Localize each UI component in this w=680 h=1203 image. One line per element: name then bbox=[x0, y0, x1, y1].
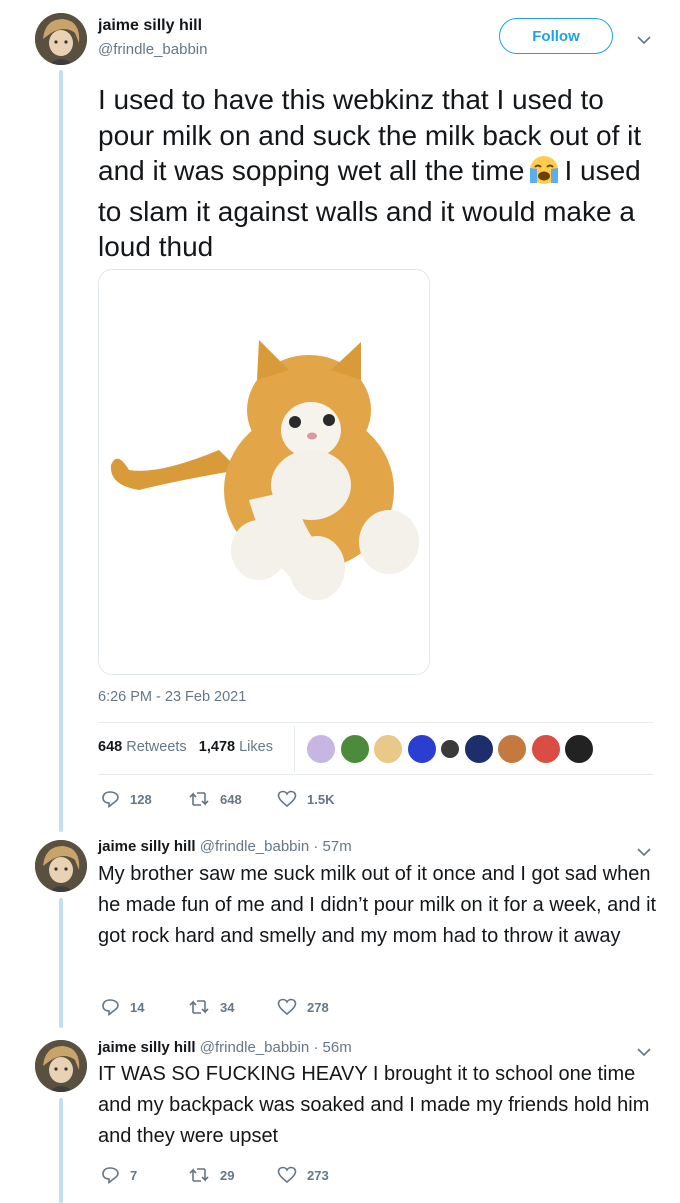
avatar[interactable] bbox=[35, 840, 87, 892]
like-button[interactable]: 1.5K bbox=[277, 790, 334, 808]
retweet-button[interactable]: 29 bbox=[188, 1166, 234, 1184]
avatar[interactable] bbox=[306, 734, 336, 764]
thread-line bbox=[59, 70, 63, 832]
heart-icon bbox=[277, 1166, 297, 1184]
retweet-count: 29 bbox=[220, 1167, 235, 1183]
author-handle[interactable]: @frindle_babbin bbox=[98, 41, 207, 58]
loudly-crying-face-icon bbox=[527, 155, 561, 194]
avatar[interactable] bbox=[463, 734, 494, 764]
reply-text: IT WAS SO FUCKING HEAVY I brought it to … bbox=[98, 1063, 650, 1147]
divider bbox=[98, 722, 653, 723]
reply-header: jaime silly hill @frindle_babbin · 56m bbox=[98, 1039, 352, 1056]
tweet-stats: 648 Retweets 1,478 Likes bbox=[98, 739, 273, 755]
follow-button[interactable]: Follow bbox=[499, 18, 613, 54]
reply-time[interactable]: · 56m bbox=[313, 1039, 351, 1056]
like-button[interactable]: 273 bbox=[277, 1166, 329, 1184]
retweet-count: 648 bbox=[220, 791, 242, 807]
avatar[interactable] bbox=[530, 734, 561, 764]
avatar[interactable] bbox=[564, 734, 594, 764]
reply-button[interactable]: 14 bbox=[101, 998, 144, 1016]
reply-icon bbox=[102, 1167, 119, 1184]
retweet-button[interactable]: 34 bbox=[188, 998, 234, 1016]
reply-count: 7 bbox=[130, 1167, 138, 1183]
avatar[interactable] bbox=[406, 734, 437, 764]
reply-icon bbox=[102, 791, 119, 808]
retweet-button[interactable]: 648 bbox=[188, 790, 242, 808]
author-name[interactable]: jaime silly hill bbox=[98, 1039, 196, 1056]
retweets-count[interactable]: 648 bbox=[98, 739, 122, 755]
reply-icon bbox=[102, 999, 119, 1016]
divider bbox=[98, 774, 653, 775]
author-name[interactable]: jaime silly hill bbox=[98, 17, 202, 35]
tweet-image[interactable] bbox=[98, 269, 430, 675]
author-handle[interactable]: @frindle_babbin bbox=[200, 838, 309, 855]
likes-label[interactable]: Likes bbox=[239, 739, 273, 755]
retweet-icon bbox=[189, 792, 209, 806]
avatar[interactable] bbox=[35, 1040, 87, 1092]
retweet-icon bbox=[189, 1000, 209, 1014]
author-name[interactable]: jaime silly hill bbox=[98, 838, 196, 855]
reply-header: jaime silly hill @frindle_babbin · 57m bbox=[98, 838, 352, 855]
heart-icon bbox=[277, 790, 297, 808]
avatar[interactable] bbox=[440, 739, 460, 759]
tweet-timestamp[interactable]: 6:26 PM - 23 Feb 2021 bbox=[98, 689, 246, 705]
avatar[interactable] bbox=[339, 734, 370, 764]
thread-line bbox=[59, 1098, 63, 1203]
like-count: 278 bbox=[307, 999, 329, 1015]
like-count: 1.5K bbox=[307, 791, 335, 807]
reply-count: 128 bbox=[130, 791, 152, 807]
reply-text: My brother saw me suck milk out of it on… bbox=[98, 863, 657, 947]
avatar[interactable] bbox=[373, 734, 403, 764]
reply-button[interactable]: 128 bbox=[101, 790, 152, 808]
avatar[interactable] bbox=[497, 734, 527, 764]
retweets-label[interactable]: Retweets bbox=[126, 739, 186, 755]
avatar[interactable] bbox=[35, 13, 87, 65]
reply-button[interactable]: 7 bbox=[101, 1166, 137, 1184]
retweet-icon bbox=[189, 1168, 209, 1182]
chevron-down-icon[interactable] bbox=[637, 32, 651, 50]
thread-line bbox=[59, 898, 63, 1028]
reply-count: 14 bbox=[130, 999, 145, 1015]
heart-icon bbox=[277, 998, 297, 1016]
likers-avatars[interactable] bbox=[306, 734, 598, 764]
likes-count[interactable]: 1,478 bbox=[199, 739, 235, 755]
reply-time[interactable]: · 57m bbox=[313, 838, 351, 855]
retweet-count: 34 bbox=[220, 999, 235, 1015]
tweet-text: I used to have this webkinz that I used … bbox=[98, 82, 658, 265]
like-count: 273 bbox=[307, 1167, 329, 1183]
stats-separator bbox=[294, 726, 295, 772]
like-button[interactable]: 278 bbox=[277, 998, 329, 1016]
author-handle[interactable]: @frindle_babbin bbox=[200, 1039, 309, 1056]
